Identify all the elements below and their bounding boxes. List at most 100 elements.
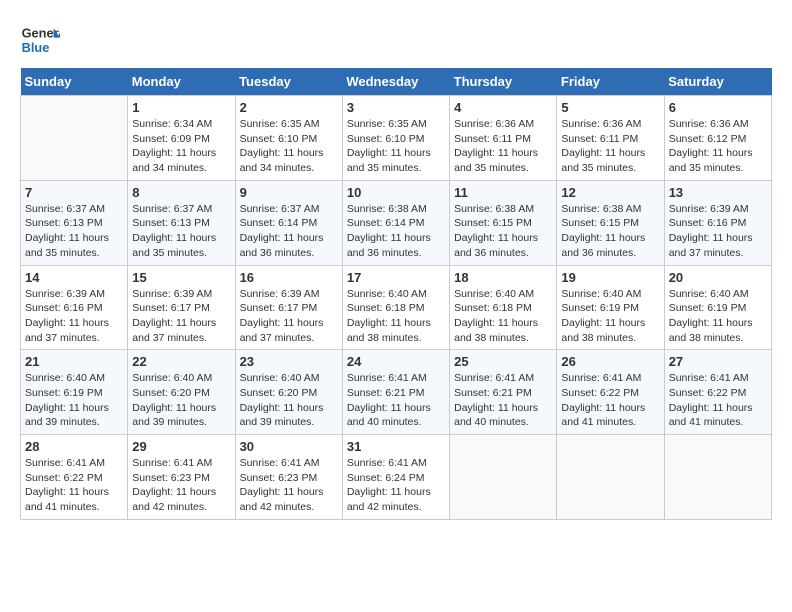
calendar-body: 1 Sunrise: 6:34 AM Sunset: 6:09 PM Daylig… xyxy=(21,96,772,520)
day-number: 18 xyxy=(454,270,552,285)
day-info: Sunrise: 6:41 AM Sunset: 6:22 PM Dayligh… xyxy=(669,371,767,430)
calendar-cell: 28 Sunrise: 6:41 AM Sunset: 6:22 PM Dayli… xyxy=(21,435,128,520)
col-sunday: Sunday xyxy=(21,68,128,96)
day-number: 12 xyxy=(561,185,659,200)
calendar-cell: 5 Sunrise: 6:36 AM Sunset: 6:11 PM Daylig… xyxy=(557,96,664,181)
calendar-cell: 21 Sunrise: 6:40 AM Sunset: 6:19 PM Dayli… xyxy=(21,350,128,435)
day-number: 30 xyxy=(240,439,338,454)
day-number: 27 xyxy=(669,354,767,369)
day-number: 8 xyxy=(132,185,230,200)
col-monday: Monday xyxy=(128,68,235,96)
day-info: Sunrise: 6:40 AM Sunset: 6:18 PM Dayligh… xyxy=(454,287,552,346)
day-info: Sunrise: 6:39 AM Sunset: 6:16 PM Dayligh… xyxy=(669,202,767,261)
day-number: 28 xyxy=(25,439,123,454)
day-info: Sunrise: 6:34 AM Sunset: 6:09 PM Dayligh… xyxy=(132,117,230,176)
day-number: 2 xyxy=(240,100,338,115)
logo-icon: General Blue xyxy=(20,20,60,60)
calendar-cell: 18 Sunrise: 6:40 AM Sunset: 6:18 PM Dayli… xyxy=(450,265,557,350)
day-info: Sunrise: 6:41 AM Sunset: 6:22 PM Dayligh… xyxy=(25,456,123,515)
calendar-cell xyxy=(557,435,664,520)
day-number: 10 xyxy=(347,185,445,200)
calendar-cell: 3 Sunrise: 6:35 AM Sunset: 6:10 PM Daylig… xyxy=(342,96,449,181)
col-wednesday: Wednesday xyxy=(342,68,449,96)
calendar-cell: 6 Sunrise: 6:36 AM Sunset: 6:12 PM Daylig… xyxy=(664,96,771,181)
calendar-cell: 30 Sunrise: 6:41 AM Sunset: 6:23 PM Dayli… xyxy=(235,435,342,520)
calendar-cell: 22 Sunrise: 6:40 AM Sunset: 6:20 PM Dayli… xyxy=(128,350,235,435)
day-info: Sunrise: 6:39 AM Sunset: 6:17 PM Dayligh… xyxy=(240,287,338,346)
calendar-row: 28 Sunrise: 6:41 AM Sunset: 6:22 PM Dayli… xyxy=(21,435,772,520)
calendar-row: 1 Sunrise: 6:34 AM Sunset: 6:09 PM Daylig… xyxy=(21,96,772,181)
day-info: Sunrise: 6:38 AM Sunset: 6:15 PM Dayligh… xyxy=(561,202,659,261)
day-number: 22 xyxy=(132,354,230,369)
day-number: 19 xyxy=(561,270,659,285)
calendar-cell: 23Sunrise: 6:40 AM Sunset: 6:20 PM Dayli… xyxy=(235,350,342,435)
day-info: Sunrise: 6:40 AM Sunset: 6:19 PM Dayligh… xyxy=(669,287,767,346)
day-info: Sunrise: 6:36 AM Sunset: 6:11 PM Dayligh… xyxy=(561,117,659,176)
calendar-cell: 20 Sunrise: 6:40 AM Sunset: 6:19 PM Dayli… xyxy=(664,265,771,350)
day-number: 3 xyxy=(347,100,445,115)
col-saturday: Saturday xyxy=(664,68,771,96)
day-info: Sunrise: 6:40 AM Sunset: 6:18 PM Dayligh… xyxy=(347,287,445,346)
day-number: 16 xyxy=(240,270,338,285)
calendar-cell: 1 Sunrise: 6:34 AM Sunset: 6:09 PM Daylig… xyxy=(128,96,235,181)
header-row: Sunday Monday Tuesday Wednesday Thursday… xyxy=(21,68,772,96)
day-number: 15 xyxy=(132,270,230,285)
day-info: Sunrise: 6:41 AM Sunset: 6:22 PM Dayligh… xyxy=(561,371,659,430)
col-thursday: Thursday xyxy=(450,68,557,96)
day-number: 20 xyxy=(669,270,767,285)
day-info: Sunrise: 6:36 AM Sunset: 6:12 PM Dayligh… xyxy=(669,117,767,176)
day-info: Sunrise: 6:41 AM Sunset: 6:21 PM Dayligh… xyxy=(347,371,445,430)
svg-text:Blue: Blue xyxy=(22,40,50,55)
col-tuesday: Tuesday xyxy=(235,68,342,96)
day-info: Sunrise: 6:40 AM Sunset: 6:20 PM Dayligh… xyxy=(132,371,230,430)
calendar-cell: 12 Sunrise: 6:38 AM Sunset: 6:15 PM Dayli… xyxy=(557,180,664,265)
calendar-cell: 10 Sunrise: 6:38 AM Sunset: 6:14 PM Dayli… xyxy=(342,180,449,265)
day-number: 17 xyxy=(347,270,445,285)
day-number: 21 xyxy=(25,354,123,369)
calendar-cell: 25 Sunrise: 6:41 AM Sunset: 6:21 PM Dayli… xyxy=(450,350,557,435)
calendar-cell: 15 Sunrise: 6:39 AM Sunset: 6:17 PM Dayli… xyxy=(128,265,235,350)
day-info: Sunrise: 6:39 AM Sunset: 6:17 PM Dayligh… xyxy=(132,287,230,346)
day-info: Sunrise: 6:38 AM Sunset: 6:14 PM Dayligh… xyxy=(347,202,445,261)
day-info: Sunrise: 6:39 AM Sunset: 6:16 PM Dayligh… xyxy=(25,287,123,346)
day-info: Sunrise: 6:41 AM Sunset: 6:21 PM Dayligh… xyxy=(454,371,552,430)
day-info: Sunrise: 6:36 AM Sunset: 6:11 PM Dayligh… xyxy=(454,117,552,176)
day-number: 13 xyxy=(669,185,767,200)
day-number: 7 xyxy=(25,185,123,200)
day-info: Sunrise: 6:40 AM Sunset: 6:19 PM Dayligh… xyxy=(561,287,659,346)
day-info: Sunrise: 6:35 AM Sunset: 6:10 PM Dayligh… xyxy=(347,117,445,176)
day-info: Sunrise: 6:40 AM Sunset: 6:19 PM Dayligh… xyxy=(25,371,123,430)
day-number: 29 xyxy=(132,439,230,454)
day-number: 4 xyxy=(454,100,552,115)
calendar-cell: 4 Sunrise: 6:36 AM Sunset: 6:11 PM Daylig… xyxy=(450,96,557,181)
calendar-cell: 2Sunrise: 6:35 AM Sunset: 6:10 PM Daylig… xyxy=(235,96,342,181)
day-number: 26 xyxy=(561,354,659,369)
calendar-cell: 29 Sunrise: 6:41 AM Sunset: 6:23 PM Dayli… xyxy=(128,435,235,520)
day-number: 24 xyxy=(347,354,445,369)
calendar-cell: 14 Sunrise: 6:39 AM Sunset: 6:16 PM Dayli… xyxy=(21,265,128,350)
day-number: 14 xyxy=(25,270,123,285)
day-number: 11 xyxy=(454,185,552,200)
calendar-cell xyxy=(664,435,771,520)
day-info: Sunrise: 6:41 AM Sunset: 6:24 PM Dayligh… xyxy=(347,456,445,515)
calendar-cell: 27 Sunrise: 6:41 AM Sunset: 6:22 PM Dayli… xyxy=(664,350,771,435)
calendar-cell xyxy=(21,96,128,181)
day-info: Sunrise: 6:37 AM Sunset: 6:14 PM Dayligh… xyxy=(240,202,338,261)
day-number: 9 xyxy=(240,185,338,200)
calendar-row: 21 Sunrise: 6:40 AM Sunset: 6:19 PM Dayli… xyxy=(21,350,772,435)
day-info: Sunrise: 6:41 AM Sunset: 6:23 PM Dayligh… xyxy=(132,456,230,515)
calendar-cell: 8Sunrise: 6:37 AM Sunset: 6:13 PM Daylig… xyxy=(128,180,235,265)
calendar-cell: 31 Sunrise: 6:41 AM Sunset: 6:24 PM Dayli… xyxy=(342,435,449,520)
day-number: 25 xyxy=(454,354,552,369)
day-info: Sunrise: 6:41 AM Sunset: 6:23 PM Dayligh… xyxy=(240,456,338,515)
day-number: 31 xyxy=(347,439,445,454)
day-number: 5 xyxy=(561,100,659,115)
calendar-cell: 9 Sunrise: 6:37 AM Sunset: 6:14 PM Daylig… xyxy=(235,180,342,265)
col-friday: Friday xyxy=(557,68,664,96)
calendar-table: Sunday Monday Tuesday Wednesday Thursday… xyxy=(20,68,772,520)
calendar-cell: 17 Sunrise: 6:40 AM Sunset: 6:18 PM Dayli… xyxy=(342,265,449,350)
day-number: 6 xyxy=(669,100,767,115)
calendar-cell xyxy=(450,435,557,520)
day-number: 1 xyxy=(132,100,230,115)
calendar-row: 7Sunrise: 6:37 AM Sunset: 6:13 PM Daylig… xyxy=(21,180,772,265)
